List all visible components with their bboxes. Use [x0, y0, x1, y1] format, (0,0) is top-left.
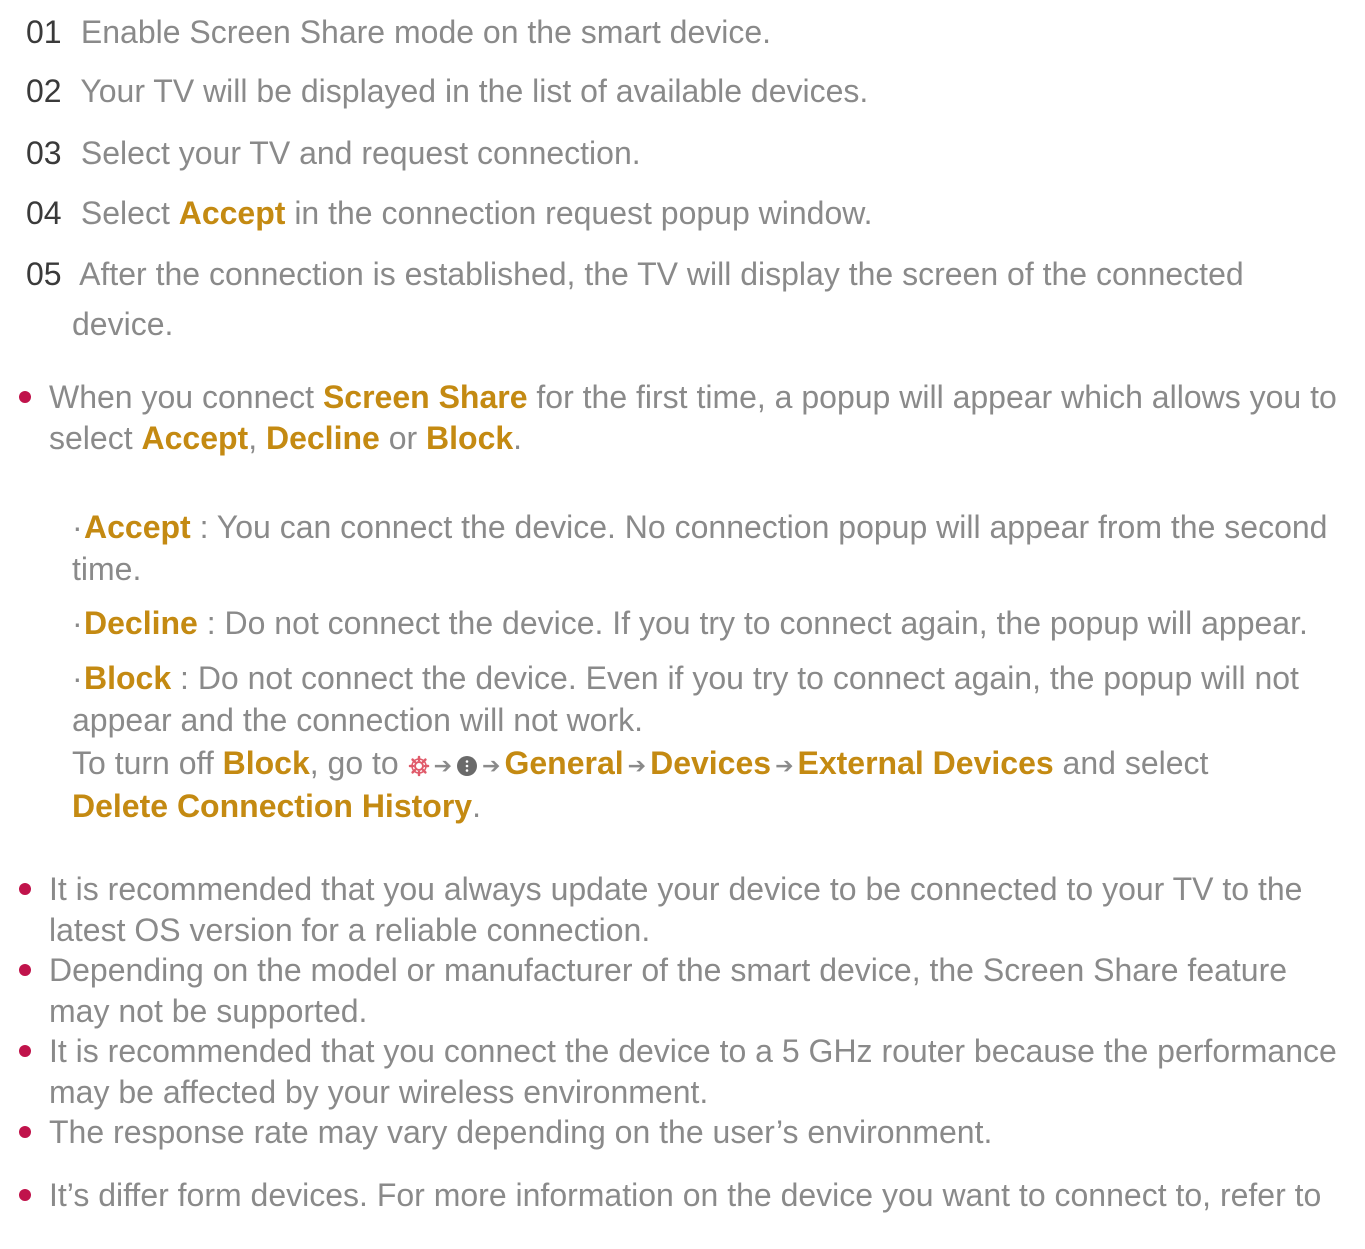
accept-label: Accept — [84, 509, 191, 545]
bullet-icon — [19, 1126, 31, 1138]
step-number: 01 — [26, 14, 62, 50]
sub-bullet: · — [72, 605, 83, 641]
step-text-pre: Select — [80, 195, 179, 231]
bullet-icon — [19, 883, 31, 895]
step-text: Enable Screen Share mode on the smart de… — [80, 14, 772, 50]
note-model-support-line-2: may not be supported. — [49, 993, 368, 1029]
note-update-os-line-1: It is recommended that you always update… — [49, 871, 1303, 907]
sub-bullet: · — [72, 660, 83, 696]
block-label: Block — [84, 660, 172, 696]
sub-item-accept: ·Accept : You can connect the device. No… — [72, 506, 1327, 548]
gear-icon — [408, 745, 430, 787]
bullet-icon — [19, 391, 31, 403]
arrow-right-icon: ➔ — [627, 752, 647, 778]
step-03: 03 Select your TV and request connection… — [26, 130, 641, 176]
note-screen-share-line-2: select Accept, Decline or Block. — [49, 420, 523, 456]
note-response-rate: The response rate may vary depending on … — [49, 1114, 993, 1150]
decline-label: Decline — [265, 420, 380, 456]
note-screen-share-line-1: When you connect Screen Share for the fi… — [49, 379, 1337, 415]
note-device-differ: It’s differ form devices. For more infor… — [49, 1177, 1322, 1213]
step-01: 01 Enable Screen Share mode on the smart… — [26, 9, 771, 55]
accept-label: Accept — [141, 420, 249, 456]
sub-item-block-continuation: appear and the connection will not work. — [72, 702, 644, 738]
step-04: 04 Select Accept in the connection reque… — [26, 190, 873, 236]
step-text: Select your TV and request connection. — [80, 135, 641, 171]
arrow-right-icon: ➔ — [433, 752, 453, 778]
accept-label: Accept — [178, 195, 286, 231]
block-label: Block — [222, 745, 310, 781]
arrow-right-icon: ➔ — [482, 752, 501, 778]
step-text: Your TV will be displayed in the list of… — [80, 73, 869, 109]
note-update-os-line-2: latest OS version for a reliable connect… — [49, 912, 651, 948]
step-number: 04 — [26, 195, 62, 231]
bullet-icon — [19, 1189, 31, 1201]
sub-item-accept-continuation: time. — [72, 551, 142, 587]
step-text-post: in the connection request popup window. — [285, 195, 873, 231]
more-options-icon — [456, 745, 478, 787]
note-router-line-2: may be affected by your wireless environ… — [49, 1074, 709, 1110]
step-02: 02 Your TV will be displayed in the list… — [26, 68, 868, 114]
block-label: Block — [426, 420, 514, 456]
bullet-icon — [19, 964, 31, 976]
arrow-right-icon: ➔ — [775, 752, 794, 778]
general-label: General — [504, 745, 624, 781]
step-number: 05 — [26, 256, 62, 292]
sub-bullet: · — [72, 509, 83, 545]
turn-off-block-path: To turn off Block, go to ➔ ➔ General ➔ Devic… — [72, 742, 1208, 787]
delete-connection-history-label: Delete Connection History — [72, 788, 473, 824]
step-number: 02 — [26, 73, 62, 109]
bullet-icon — [19, 1045, 31, 1057]
note-router-line-1: It is recommended that you connect the d… — [49, 1033, 1337, 1069]
step-05-continuation: device. — [72, 306, 174, 342]
turn-off-block-path-continuation: Delete Connection History. — [72, 788, 481, 824]
screen-share-label: Screen Share — [322, 379, 528, 415]
sub-item-block: ·Block : Do not connect the device. Even… — [72, 657, 1299, 699]
note-model-support-line-1: Depending on the model or manufacturer o… — [49, 952, 1288, 988]
devices-label: Devices — [650, 745, 772, 781]
external-devices-label: External Devices — [797, 745, 1054, 781]
sub-item-decline: ·Decline : Do not connect the device. If… — [72, 602, 1308, 644]
step-number: 03 — [26, 135, 62, 171]
decline-label: Decline — [84, 605, 198, 641]
step-text: After the connection is established, the… — [79, 256, 1244, 292]
step-05: 05 After the connection is established, … — [26, 251, 1244, 297]
